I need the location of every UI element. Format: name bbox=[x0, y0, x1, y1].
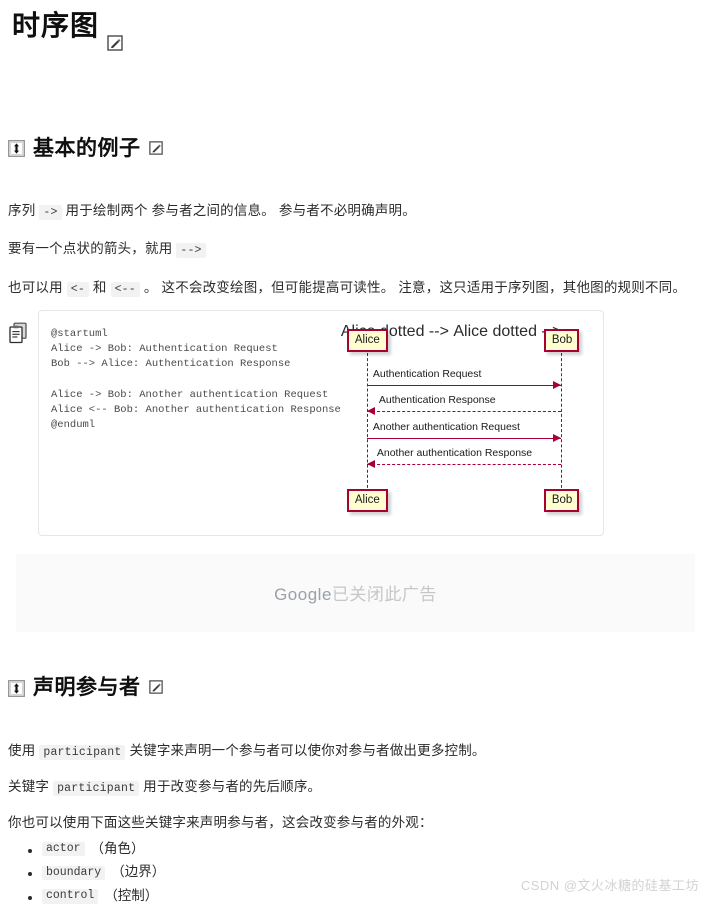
message-label-2: Authentication Response bbox=[378, 393, 496, 406]
page-title: 时序图 bbox=[12, 8, 703, 52]
lifeline-alice bbox=[366, 352, 368, 493]
inline-code-control: control bbox=[42, 889, 99, 904]
message-label-1: Authentication Request bbox=[372, 367, 482, 380]
section-heading-declare-participants: 声明参与者 bbox=[8, 671, 703, 701]
message-line-2 bbox=[366, 410, 561, 412]
para-text: 用于绘制两个 参与者之间的信息。 参与者不必明确声明。 bbox=[65, 203, 416, 219]
section-heading-text: 声明参与者 bbox=[33, 676, 141, 700]
sequence-diagram: Alice Bob Authentication Request Alice d… bbox=[341, 323, 591, 519]
list-item-desc: （控制） bbox=[104, 888, 159, 904]
section-heading-basic-example: 基本的例子 bbox=[8, 132, 703, 162]
inline-code-arrow-left-solid: <- bbox=[66, 281, 89, 297]
edit-pencil-icon[interactable] bbox=[148, 137, 163, 155]
code-panel: @startuml Alice -> Bob: Authentication R… bbox=[38, 309, 604, 536]
para-text: 使用 bbox=[8, 742, 36, 758]
para-text: 和 bbox=[92, 279, 107, 295]
para-text: 也可以用 bbox=[8, 279, 63, 295]
message-line-3 bbox=[366, 437, 561, 439]
ad-closed-message: Google已关闭此广告 bbox=[274, 580, 437, 605]
message-arrowhead-4 bbox=[366, 459, 375, 468]
paragraph-arrow-intro: 序列 -> 用于绘制两个 参与者之间的信息。 参与者不必明确声明。 bbox=[8, 201, 703, 221]
para-text: 关键字 bbox=[8, 779, 50, 795]
message-label-3: Another authentication Request bbox=[372, 420, 520, 433]
message-arrowhead-2 bbox=[366, 406, 375, 415]
section-heading-text: 基本的例子 bbox=[33, 136, 141, 160]
message-line-4 bbox=[366, 463, 561, 465]
message-line-1 bbox=[366, 384, 561, 386]
edit-pencil-icon[interactable] bbox=[107, 24, 123, 52]
message-arrowhead-1 bbox=[552, 380, 561, 389]
inline-code-participant: participant bbox=[53, 781, 140, 797]
paragraph-dotted-arrow: 要有一个点状的箭头，就用 --> bbox=[8, 239, 703, 259]
participant-box-bob-top: Bob bbox=[543, 328, 579, 353]
watermark: CSDN @文火冰糖的硅基工坊 bbox=[520, 878, 699, 894]
inline-code-arrow-dotted: --> bbox=[176, 243, 206, 259]
inline-code-boundary: boundary bbox=[42, 865, 106, 881]
inline-code-arrow-solid: -> bbox=[39, 205, 62, 221]
participant-box-alice-top: Alice bbox=[346, 328, 388, 353]
inline-code-arrow-left-dotted: <-- bbox=[110, 281, 140, 297]
page-title-text: 时序图 bbox=[12, 10, 100, 41]
codeblock-row: @startuml Alice -> Bob: Authentication R… bbox=[8, 309, 703, 536]
message-arrowhead-3 bbox=[552, 433, 561, 442]
paragraph-participant-keyword: 使用 participant 关键字来声明一个参与者可以使你对参与者做出更多控制… bbox=[8, 741, 703, 761]
list-item-desc: （边界） bbox=[111, 864, 166, 880]
para-text: 关键字来声明一个参与者可以使你对参与者做出更多控制。 bbox=[129, 742, 486, 758]
lifeline-bob bbox=[560, 352, 562, 493]
message-label-4: Another authentication Response bbox=[376, 446, 533, 459]
copy-icon[interactable] bbox=[8, 322, 28, 344]
ad-status-text: 已关闭此广告 bbox=[331, 585, 437, 605]
paragraph-reverse-arrows: 也可以用 <- 和 <-- 。 这不会改变绘图，但可能提高可读性。 注意，这只适… bbox=[8, 278, 703, 298]
inline-code-actor: actor bbox=[42, 841, 85, 857]
copy-code-button[interactable] bbox=[8, 310, 32, 344]
list-item-desc: （角色） bbox=[90, 840, 145, 856]
edit-pencil-icon[interactable] bbox=[148, 676, 163, 695]
anchor-link-icon[interactable] bbox=[8, 139, 25, 158]
plantuml-source-code[interactable]: @startuml Alice -> Bob: Authentication R… bbox=[51, 321, 341, 434]
participant-box-bob-bottom: Bob bbox=[543, 488, 579, 513]
ad-brand-label: Google bbox=[274, 585, 332, 605]
para-text: 序列 bbox=[8, 203, 36, 219]
article-page: 时序图 基本的例子 序列 -> 用于绘制两个 参与者之间的信息。 参与者不必明确… bbox=[0, 8, 711, 904]
anchor-link-icon[interactable] bbox=[8, 679, 25, 697]
para-text: 要有一个点状的箭头，就用 bbox=[8, 241, 173, 257]
para-text: 。 这不会改变绘图，但可能提高可读性。 注意，这只适用于序列图，其他图的规则不同… bbox=[143, 279, 687, 295]
keyword-list: actor （角色） boundary （边界） control （控制） bbox=[8, 840, 703, 904]
ad-slot: Google已关闭此广告 bbox=[16, 553, 695, 632]
paragraph-appearance-keywords: 你也可以使用下面这些关键字来声明参与者，这会改变参与者的外观： bbox=[8, 815, 433, 831]
inline-code-participant: participant bbox=[39, 744, 126, 760]
paragraph-participant-order: 关键字 participant 用于改变参与者的先后顺序。 bbox=[8, 777, 703, 797]
list-item: actor （角色） bbox=[28, 840, 703, 857]
para-text: 用于改变参与者的先后顺序。 bbox=[143, 779, 322, 795]
participant-box-alice-bottom: Alice bbox=[346, 488, 388, 513]
